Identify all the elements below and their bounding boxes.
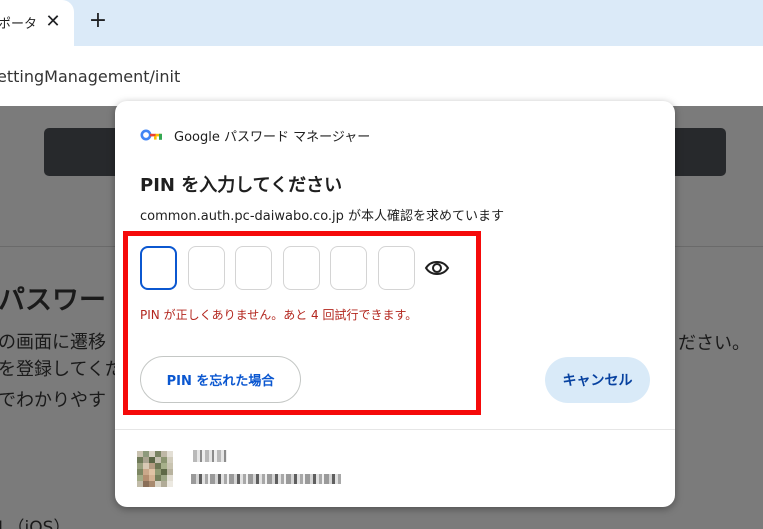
new-tab-button[interactable]: + <box>88 10 108 34</box>
pin-input-group <box>140 246 425 291</box>
pin-dialog: Google パスワード マネージャー PIN を入力してください common… <box>115 101 675 507</box>
avatar <box>137 451 174 488</box>
pin-digit-1[interactable] <box>140 246 177 290</box>
dialog-brand: Google パスワード マネージャー <box>140 125 370 145</box>
page-text-line: の画面に遷移 <box>0 332 106 353</box>
page-text-line: を登録してくだ <box>0 359 123 380</box>
brand-title: Google パスワード マネージャー <box>174 129 371 145</box>
account-name: ■ ■ ■ <box>193 450 227 462</box>
url-text: ettingManagement/init <box>0 67 181 86</box>
page-text-line: ださい。 <box>678 333 750 354</box>
dialog-subtitle: common.auth.pc-daiwabo.co.jp が本人確認を求めていま… <box>140 209 505 224</box>
address-bar[interactable]: ettingManagement/init <box>0 46 763 106</box>
page-heading: パスワー <box>0 285 106 316</box>
pin-digit-5[interactable] <box>330 246 367 290</box>
pin-digit-3[interactable] <box>235 246 272 290</box>
pin-digit-6[interactable] <box>377 246 415 290</box>
close-icon[interactable]: ✕ <box>44 11 62 33</box>
dialog-divider <box>115 429 675 430</box>
account-email: ■■■■■■■■■■■■■■■■ <box>191 474 341 484</box>
forgot-pin-button[interactable]: PIN を忘れた場合 <box>140 356 301 403</box>
pin-digit-2[interactable] <box>187 246 225 290</box>
pin-digit-4[interactable] <box>282 246 320 290</box>
browser-tab[interactable]: ポータ ✕ <box>0 0 74 46</box>
pin-error-message: PIN が正しくありません。あと 4 回試行できます。 <box>140 308 418 322</box>
tab-strip: ポータ ✕ + <box>0 0 763 46</box>
tab-title: ポータ <box>0 17 38 32</box>
cancel-button[interactable]: キャンセル <box>545 357 650 403</box>
dialog-title: PIN を入力してください <box>140 175 343 196</box>
eye-icon[interactable] <box>424 258 450 278</box>
page-text-line: でわかりやす <box>0 390 106 411</box>
page-text-line: L（iOS） <box>0 518 71 529</box>
key-icon <box>140 129 162 141</box>
